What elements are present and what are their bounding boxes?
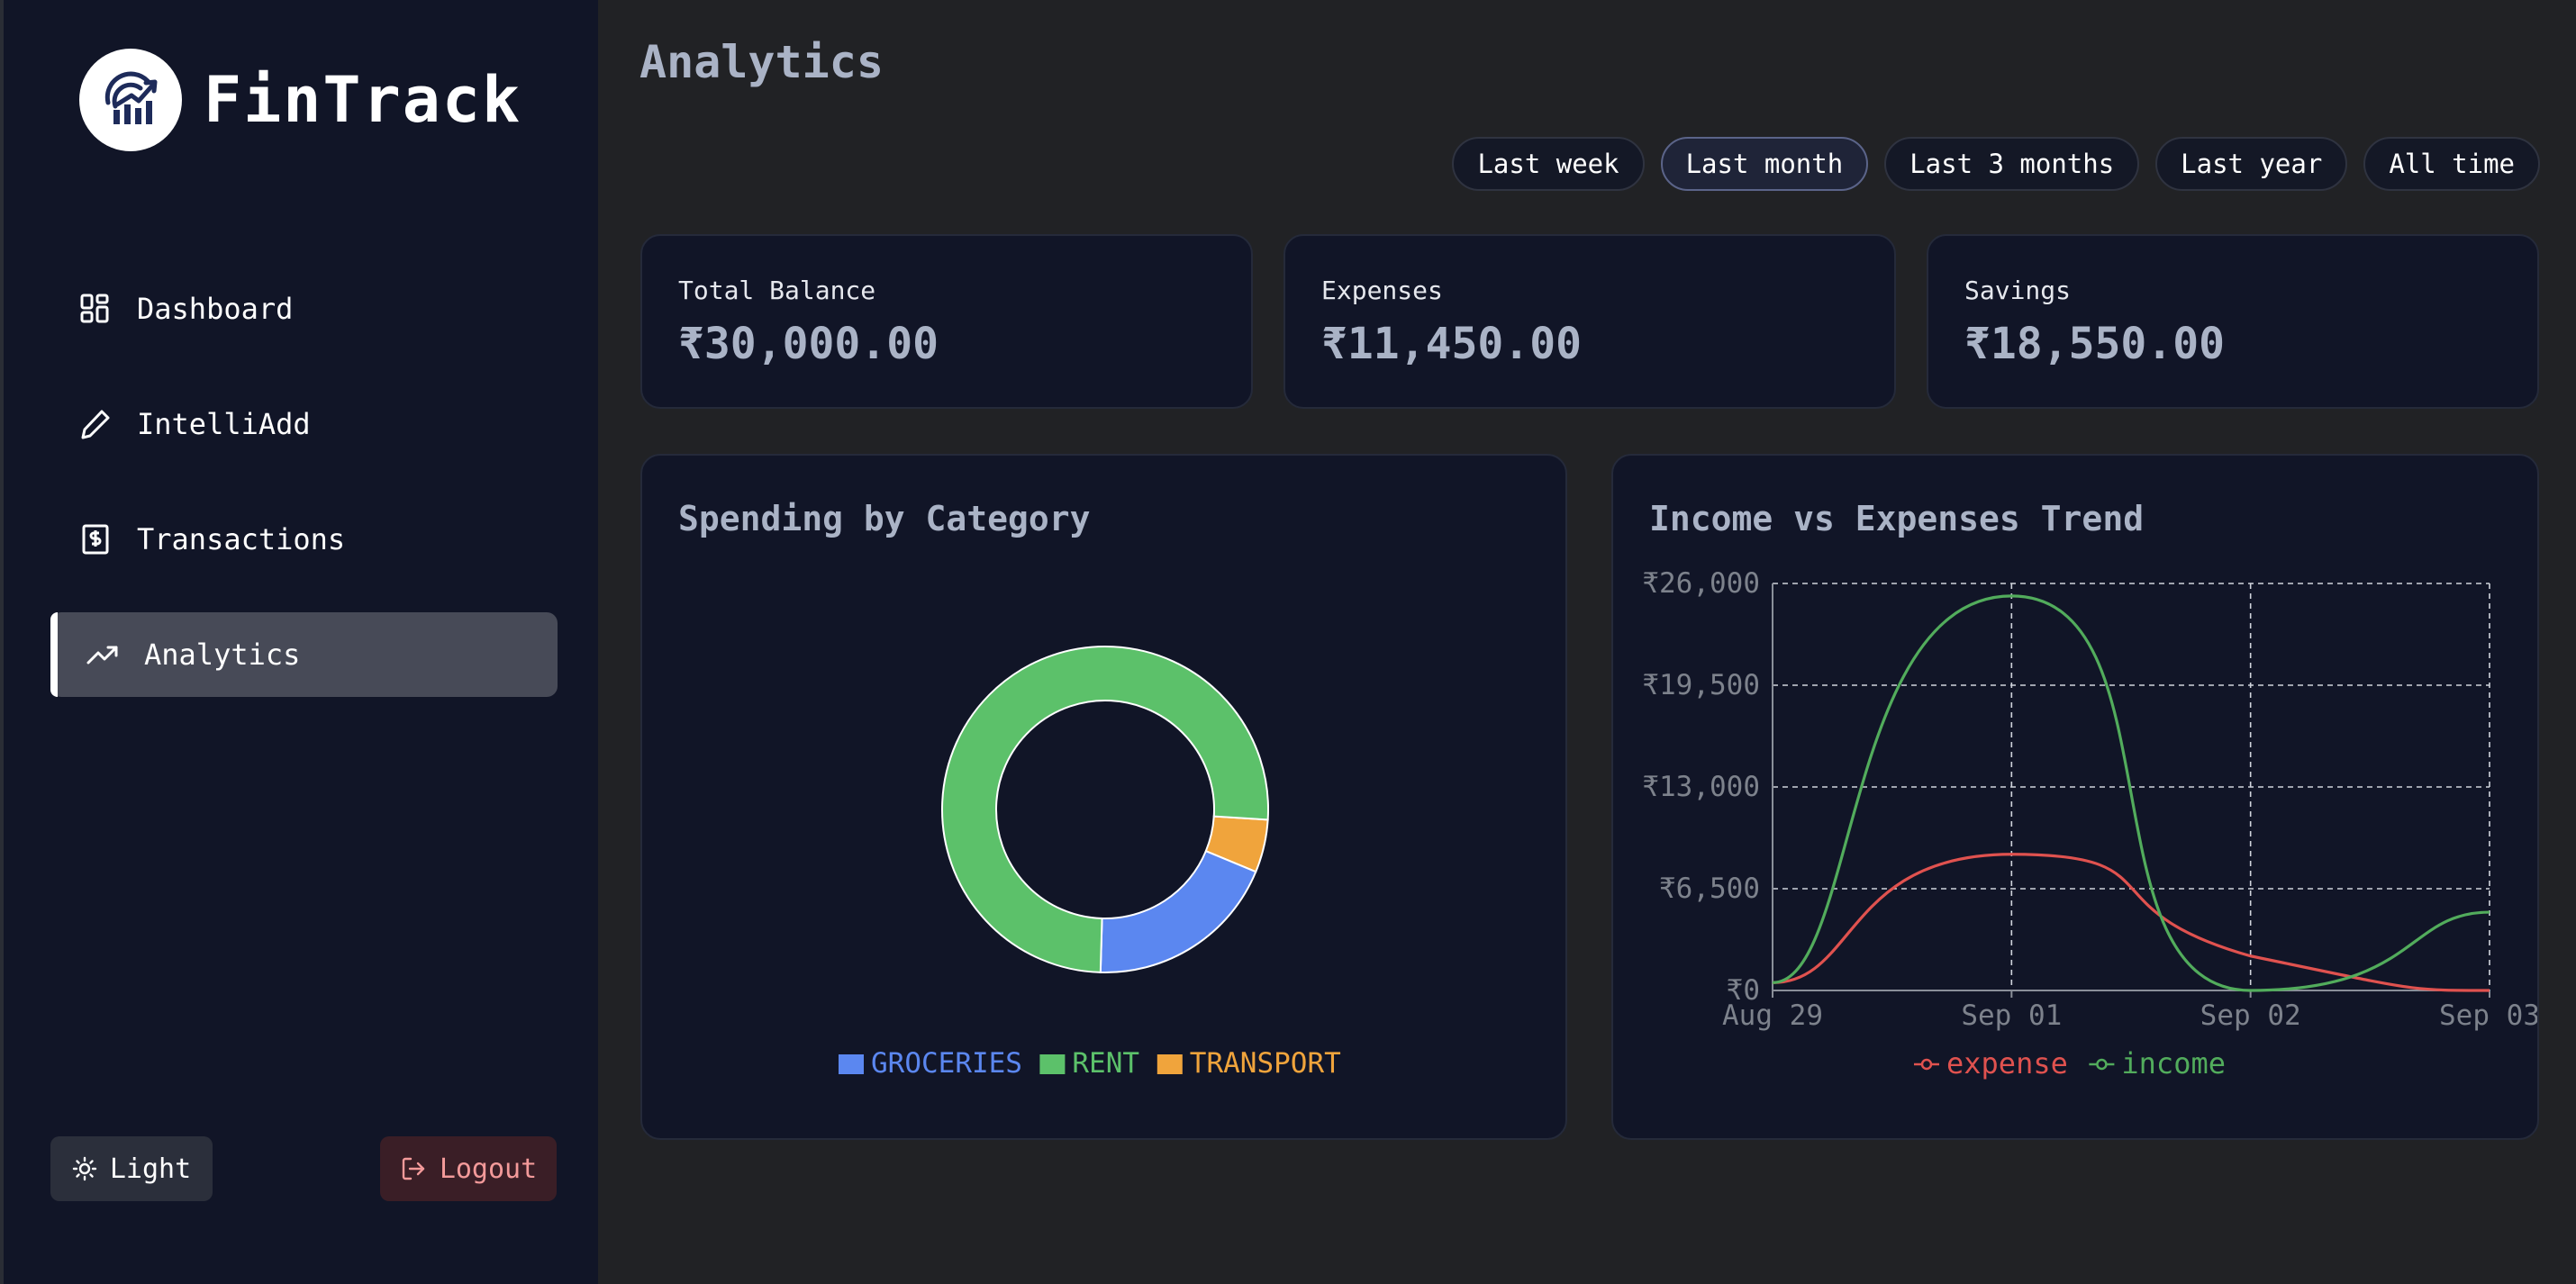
stat-value: ₹11,450.00 xyxy=(1321,319,1582,369)
y-tick-label: ₹6,500 xyxy=(1659,873,1760,905)
sidebar-item-dashboard[interactable]: Dashboard xyxy=(50,267,558,351)
stat-value: ₹18,550.00 xyxy=(1964,319,2225,369)
stat-label: Total Balance xyxy=(678,276,876,305)
stat-value: ₹30,000.00 xyxy=(678,319,939,369)
legend-swatch-transport xyxy=(1156,1054,1183,1074)
y-tick-label: ₹26,000 xyxy=(1642,567,1760,600)
income-vs-expenses-card: Income vs Expenses Trend ₹0 ₹6,500 ₹13,000… xyxy=(1611,454,2539,1140)
app-name: FinTrack xyxy=(204,63,522,137)
sidebar: FinTrack Dashboard IntelliAdd Transactio… xyxy=(0,0,598,1284)
spending-donut-chart: GROCERIES RENT TRANSPORT xyxy=(839,646,1341,1080)
sun-icon xyxy=(72,1156,97,1181)
theme-toggle-button[interactable]: Light xyxy=(50,1136,213,1201)
brand[interactable]: FinTrack xyxy=(79,49,522,151)
filter-last-3-months[interactable]: Last 3 months xyxy=(1884,137,2140,191)
logout-label: Logout xyxy=(439,1153,538,1185)
receipt-icon xyxy=(77,521,113,557)
stat-card-savings: Savings ₹18,550.00 xyxy=(1927,234,2539,409)
date-range-filters: Last week Last month Last 3 months Last … xyxy=(1452,137,2540,191)
pencil-icon xyxy=(77,406,113,442)
page-title: Analytics xyxy=(639,36,884,88)
stat-card-total-balance: Total Balance ₹30,000.00 xyxy=(640,234,1253,409)
fintrack-logo-icon xyxy=(79,49,182,151)
legend-marker-income xyxy=(2096,1058,2108,1071)
legend-label-transport[interactable]: TRANSPORT xyxy=(1190,1047,1341,1080)
legend-label-expense[interactable]: expense xyxy=(1946,1046,2068,1081)
stat-label: Savings xyxy=(1964,276,2072,305)
legend-label-rent[interactable]: RENT xyxy=(1072,1047,1139,1080)
legend-marker-expense xyxy=(1920,1058,1933,1071)
legend-swatch-groceries xyxy=(839,1054,864,1074)
series-line-income[interactable] xyxy=(1772,594,2490,992)
stat-card-expenses: Expenses ₹11,450.00 xyxy=(1283,234,1896,409)
donut-slice-groceries[interactable] xyxy=(1099,849,1257,973)
sidebar-item-intelliadd[interactable]: IntelliAdd xyxy=(50,382,558,466)
sidebar-item-transactions[interactable]: Transactions xyxy=(50,497,558,582)
income-expense-line-chart: ₹0₹6,500₹13,000₹19,500₹26,000Aug 29 Sep 0… xyxy=(1642,567,2537,1081)
legend-label-income[interactable]: income xyxy=(2121,1046,2226,1081)
filter-all-time[interactable]: All time xyxy=(2363,137,2540,191)
sidebar-item-analytics[interactable]: Analytics xyxy=(50,612,558,697)
trending-up-icon xyxy=(85,637,121,673)
legend-label-groceries[interactable]: GROCERIES xyxy=(871,1047,1022,1080)
logout-button[interactable]: Logout xyxy=(380,1136,557,1201)
filter-last-month[interactable]: Last month xyxy=(1660,137,1869,191)
sidebar-item-label: IntelliAdd xyxy=(137,407,311,441)
sidebar-nav: Dashboard IntelliAdd Transactions Analyt… xyxy=(50,267,558,728)
filter-last-year[interactable]: Last year xyxy=(2155,137,2348,191)
spending-by-category-card: Spending by Category GROCERIES RENT TRANSP… xyxy=(640,454,1567,1140)
legend-swatch-rent xyxy=(1039,1054,1066,1074)
theme-label: Light xyxy=(109,1153,192,1185)
sidebar-item-label: Analytics xyxy=(144,637,301,672)
filter-last-week[interactable]: Last week xyxy=(1452,137,1645,191)
x-tick-label: Sep 01 xyxy=(1961,999,2062,1032)
x-tick-label: Aug 29 xyxy=(1722,999,1823,1032)
x-tick-label: Sep 03 xyxy=(2439,999,2537,1032)
y-tick-label: ₹19,500 xyxy=(1642,669,1760,701)
stat-label: Expenses xyxy=(1321,276,1443,305)
logout-icon xyxy=(402,1157,425,1180)
x-tick-label: Sep 02 xyxy=(2200,999,2301,1032)
dashboard-icon xyxy=(77,291,113,327)
series-line-expense[interactable] xyxy=(1772,853,2490,992)
sidebar-item-label: Dashboard xyxy=(137,292,294,326)
y-tick-label: ₹13,000 xyxy=(1642,771,1760,803)
sidebar-item-label: Transactions xyxy=(137,522,346,556)
